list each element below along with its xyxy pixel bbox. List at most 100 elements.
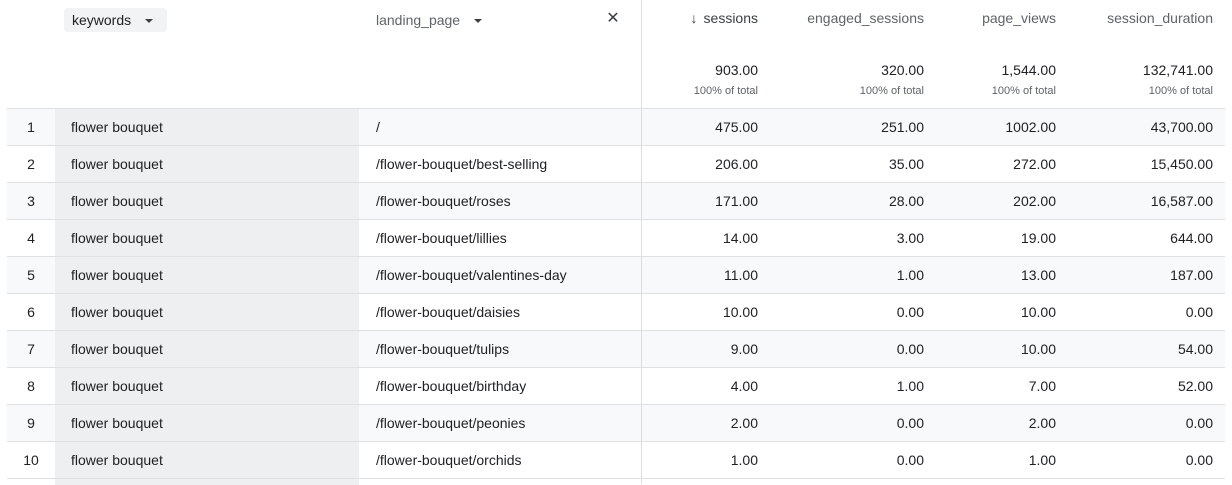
landing-page-cell: /	[376, 119, 380, 135]
engaged-sessions-cell: 251.00	[881, 119, 924, 135]
landing-page-cell: /flower-bouquet/best-selling	[376, 156, 548, 172]
table-row[interactable]: 1 flower bouquet / 475.00 251.00 1002.00 43,70…	[7, 108, 1225, 145]
table-row[interactable]: 5 flower bouquet/flower-bouquet/valentine…	[7, 256, 1225, 293]
engaged-sessions-column-header[interactable]: engaged_sessions	[807, 10, 924, 26]
sessions-total-percent: 100% of total	[693, 85, 758, 97]
session-duration-total-percent: 100% of total	[1148, 85, 1213, 97]
engaged-sessions-cell: 0.00	[896, 304, 924, 320]
session-duration-cell: 0.00	[1185, 452, 1213, 468]
keyword-cell: flower bouquet	[55, 220, 359, 256]
table-header: keywords landing_page ✕ ↓ sessions engage…	[0, 0, 1232, 108]
session-duration-cell: 0.00	[1185, 415, 1213, 431]
session-duration-cell: 15,450.00	[1150, 156, 1213, 172]
table-row[interactable]: 2 flower bouquet/flower-bouquet/best-sell…	[7, 145, 1225, 182]
row-index: 9	[27, 415, 35, 431]
sessions-cell: 206.00	[715, 156, 758, 172]
page-views-cell: 1002.00	[1005, 119, 1056, 135]
table-row[interactable]: 9 flower bouquet/flower-bouquet/peonies 2.…	[7, 404, 1225, 441]
engaged-sessions-cell: 1.00	[896, 378, 924, 394]
arrow-down-icon: ↓	[690, 10, 698, 26]
landing-page-dimension-dropdown[interactable]: landing_page	[368, 8, 488, 32]
page-views-cell: 10.00	[1020, 341, 1056, 357]
sessions-cell: 2.00	[730, 415, 758, 431]
engaged-sessions-cell: 28.00	[888, 193, 924, 209]
row-index: 7	[27, 341, 35, 357]
session-duration-cell: 0.00	[1185, 304, 1213, 320]
page-views-total-percent: 100% of total	[991, 85, 1056, 97]
sessions-cell: 171.00	[715, 193, 758, 209]
engaged-sessions-cell: 0.00	[896, 415, 924, 431]
keyword-cell: flower bouquet	[55, 109, 359, 145]
table-row[interactable]: 7 flower bouquet/flower-bouquet/tulips 9.0…	[7, 330, 1225, 367]
sessions-cell: 10.00	[722, 304, 758, 320]
row-index: 10	[23, 452, 39, 468]
table-row[interactable]: 3 flower bouquet/flower-bouquet/roses 171.…	[7, 182, 1225, 219]
session-duration-cell: 52.00	[1177, 378, 1213, 394]
row-index: 2	[27, 156, 35, 172]
keyword-cell: flower bouquet	[55, 294, 359, 330]
sessions-total: 903.00	[715, 62, 758, 78]
landing-page-cell: /flower-bouquet/roses	[376, 193, 511, 209]
row-index: 5	[27, 267, 35, 283]
engaged-sessions-total: 320.00	[881, 62, 924, 78]
row-index: 1	[27, 119, 35, 135]
engaged-sessions-total-percent: 100% of total	[859, 85, 924, 97]
page-views-cell: 2.00	[1028, 415, 1056, 431]
row-index: 3	[27, 193, 35, 209]
row-index: 8	[27, 378, 35, 394]
page-views-cell: 19.00	[1020, 230, 1056, 246]
landing-page-cell: /flower-bouquet/birthday	[376, 378, 527, 394]
engaged-sessions-cell: 35.00	[888, 156, 924, 172]
keyword-cell	[55, 479, 359, 485]
report-table: keywords landing_page ✕ ↓ sessions engage…	[0, 0, 1232, 485]
landing-page-dimension-label: landing_page	[376, 12, 461, 28]
chevron-down-icon	[145, 18, 154, 23]
sessions-cell: 14.00	[722, 230, 758, 246]
page-views-cell: 202.00	[1013, 193, 1056, 209]
keywords-dimension-label: keywords	[72, 12, 132, 28]
page-views-cell: 1.00	[1028, 452, 1056, 468]
session-duration-cell: 644.00	[1170, 230, 1213, 246]
sessions-cell: 9.00	[730, 341, 758, 357]
sessions-column-header[interactable]: ↓ sessions	[691, 10, 758, 26]
table-row[interactable]: 10 flower bouquet/flower-bouquet/orchids 1…	[7, 441, 1225, 478]
sessions-cell: 1.00	[730, 452, 758, 468]
chevron-down-icon	[474, 18, 483, 23]
session-duration-column-header[interactable]: session_duration	[1107, 10, 1213, 26]
sessions-cell: 475.00	[715, 119, 758, 135]
close-icon[interactable]: ✕	[604, 10, 622, 28]
page-views-column-header[interactable]: page_views	[982, 10, 1056, 26]
page-views-cell: 13.00	[1020, 267, 1056, 283]
session-duration-cell: 43,700.00	[1150, 119, 1213, 135]
session-duration-cell: 187.00	[1170, 267, 1213, 283]
landing-page-cell: /flower-bouquet/tulips	[376, 341, 510, 357]
keyword-cell: flower bouquet	[55, 442, 359, 478]
sessions-header-label: sessions	[703, 10, 758, 26]
row-index: 4	[27, 230, 35, 246]
session-duration-cell: 54.00	[1177, 341, 1213, 357]
keyword-cell: flower bouquet	[55, 331, 359, 367]
table-row[interactable]: 8 flower bouquet/flower-bouquet/birthday 4…	[7, 367, 1225, 404]
page-views-cell: 272.00	[1013, 156, 1056, 172]
row-index: 6	[27, 304, 35, 320]
sessions-cell: 11.00	[724, 267, 758, 283]
engaged-sessions-cell: 0.00	[896, 341, 924, 357]
page-views-total: 1,544.00	[1001, 62, 1057, 78]
table-row[interactable]: 6 flower bouquet/flower-bouquet/daisies 10…	[7, 293, 1225, 330]
sessions-cell: 4.00	[730, 378, 758, 394]
landing-page-cell: /flower-bouquet/daisies	[376, 304, 520, 320]
engaged-sessions-cell: 0.00	[896, 452, 924, 468]
landing-page-cell: /flower-bouquet/peonies	[376, 415, 526, 431]
table-body: 1 flower bouquet/475.00 251.00 1002.00 43,70…	[7, 108, 1225, 485]
keywords-dimension-dropdown[interactable]: keywords	[64, 8, 167, 32]
landing-page-cell: /flower-bouquet/valentines-day	[376, 267, 567, 283]
table-row[interactable]: 4 flower bouquet/flower-bouquet/lillies 14…	[7, 219, 1225, 256]
keyword-cell: flower bouquet	[55, 405, 359, 441]
session-duration-cell: 16,587.00	[1150, 193, 1213, 209]
keyword-cell: flower bouquet	[55, 368, 359, 404]
engaged-sessions-cell: 3.00	[896, 230, 924, 246]
landing-page-cell: /flower-bouquet/orchids	[376, 452, 522, 468]
keyword-cell: flower bouquet	[55, 146, 359, 182]
keyword-cell: flower bouquet	[55, 183, 359, 219]
engaged-sessions-cell: 1.00	[896, 267, 924, 283]
